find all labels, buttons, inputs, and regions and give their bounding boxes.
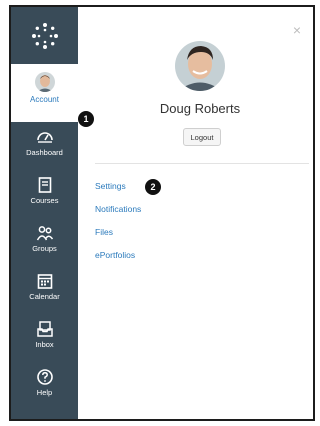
canvas-app-frame: Account Dashboard Courses Groups Calenda… [9,5,315,421]
global-navigation: Account Dashboard Courses Groups Calenda… [11,7,78,419]
nav-item-calendar[interactable]: Calendar [11,266,78,312]
nav-item-groups-label: Groups [32,244,57,253]
link-files[interactable]: Files [95,221,141,244]
close-tray-button[interactable]: × [293,22,301,38]
groups-icon [36,226,53,241]
canvas-logo[interactable] [11,7,78,64]
user-name: Doug Roberts [159,101,241,116]
step-marker-1: 1 [78,111,94,127]
nav-item-help[interactable]: Help [11,362,78,408]
logout-button[interactable]: Logout [183,128,221,146]
inbox-icon [36,321,53,337]
nav-item-calendar-label: Calendar [29,292,60,301]
step-marker-2: 2 [145,179,161,195]
link-notifications[interactable]: Notifications [95,198,141,221]
canvas-logo-icon [31,22,58,49]
calendar-icon [37,274,52,289]
account-links-list: Settings Notifications Files ePortfolios [95,175,141,267]
profile-avatar [175,41,225,91]
nav-item-courses[interactable]: Courses [11,170,78,216]
tray-divider [95,163,309,164]
link-eportfolios[interactable]: ePortfolios [95,244,141,267]
nav-item-dashboard-label: Dashboard [26,148,63,157]
nav-item-dashboard[interactable]: Dashboard [11,122,78,168]
nav-item-inbox[interactable]: Inbox [11,314,78,360]
account-avatar [34,72,55,92]
courses-icon [38,177,51,193]
nav-item-courses-label: Courses [30,196,59,205]
nav-item-account-label: Account [30,95,59,104]
help-icon [36,369,53,385]
nav-item-account[interactable]: Account [11,64,78,122]
dashboard-icon [36,132,53,143]
link-settings[interactable]: Settings [95,175,141,198]
nav-item-help-label: Help [36,388,53,397]
nav-item-groups[interactable]: Groups [11,218,78,264]
nav-item-inbox-label: Inbox [35,340,54,349]
